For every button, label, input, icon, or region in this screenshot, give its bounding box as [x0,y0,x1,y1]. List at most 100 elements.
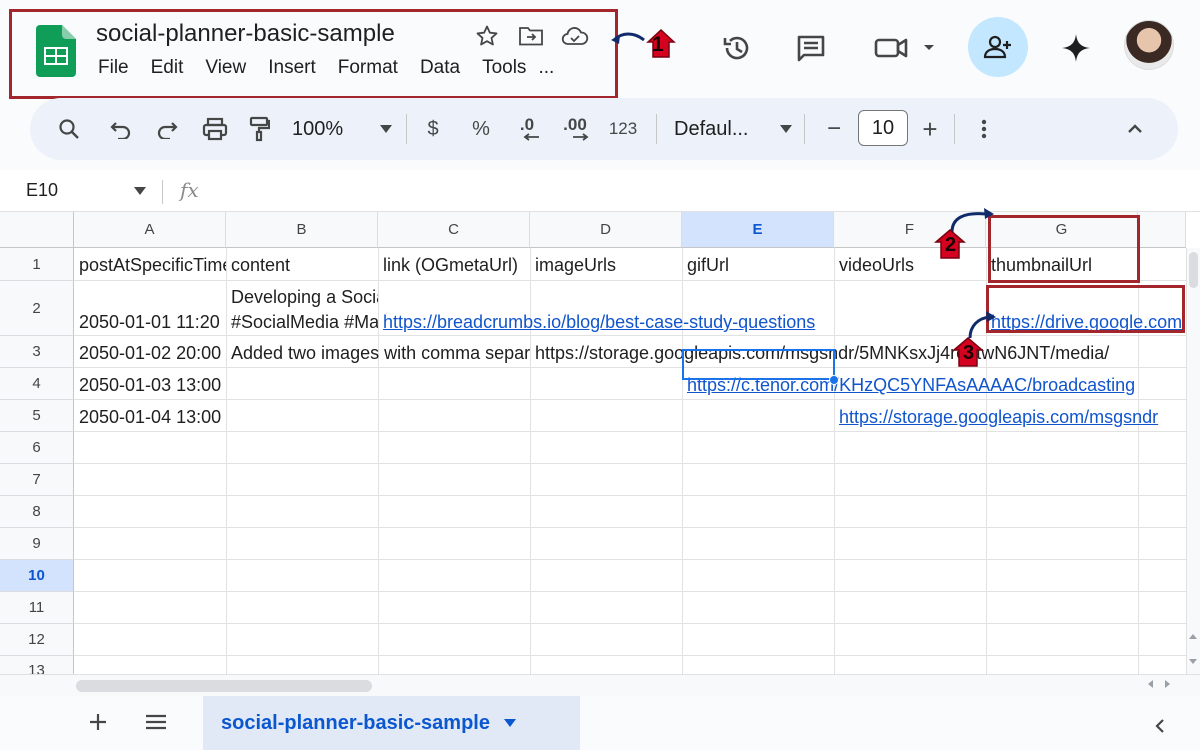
cell-b1[interactable]: content [226,254,378,276]
scroll-down-icon[interactable] [1188,658,1198,666]
vertical-scroll-thumb[interactable] [1189,252,1198,288]
increase-decimal-button[interactable]: .00 [558,98,592,160]
cell-a3[interactable]: 2050-01-02 20:00 [74,342,226,364]
divider [406,114,407,144]
percent-format-button[interactable]: % [468,98,494,160]
font-value: Defaul... [674,117,749,140]
meet-video-icon[interactable] [870,20,940,76]
grid-line [74,431,1200,432]
row-header-3[interactable]: 3 [0,336,74,368]
formula-input[interactable] [214,176,1174,206]
column-header-h[interactable] [1138,212,1186,248]
cell-a5[interactable]: 2050-01-04 13:00 [74,406,226,428]
name-box[interactable]: E10 [26,180,58,201]
scroll-up-icon[interactable] [1188,632,1198,640]
all-sheets-button[interactable] [142,706,170,738]
fx-icon: fx [180,178,199,202]
cell-g2-highlight [986,285,1185,333]
font-size-input[interactable]: 10 [858,110,908,146]
horizontal-scroll-thumb[interactable] [76,680,372,692]
row-header-9[interactable]: 9 [0,528,74,560]
formula-bar: E10 fx [0,170,1200,212]
undo-icon[interactable] [106,98,136,160]
chevron-down-icon[interactable] [134,187,146,195]
row-header-12[interactable]: 12 [0,624,74,656]
row-header-6[interactable]: 6 [0,432,74,464]
column-header-d[interactable]: D [530,212,682,248]
paint-format-icon[interactable] [244,98,274,160]
column-header-b[interactable]: B [226,212,378,248]
print-icon[interactable] [198,98,232,160]
scroll-right-icon[interactable] [1164,679,1172,689]
annotation-number-2: 2 [945,234,957,256]
vertical-scrollbar[interactable] [1186,248,1200,674]
grid-line [74,655,1200,656]
cell-b2-line2[interactable]: #SocialMedia #Marketing [226,311,378,333]
font-select[interactable]: Defaul... [674,98,792,160]
row-header-5[interactable]: 5 [0,400,74,432]
decrease-font-size-button[interactable]: − [820,98,848,160]
redo-icon[interactable] [152,98,182,160]
zoom-value: 100% [292,117,344,140]
cell-c2-link[interactable]: https://breadcrumbs.io/blog/best-case-st… [378,311,868,333]
grid-line [74,399,1200,400]
row-header-4[interactable]: 4 [0,368,74,400]
divider [656,114,657,144]
grid-line [74,559,1200,560]
cell-f5-link[interactable]: https://storage.googleapis.com/msgsndr [834,406,1186,428]
selected-cell-e10[interactable] [682,349,835,380]
share-button[interactable] [968,17,1028,77]
sheet-tab-active[interactable]: social-planner-basic-sample [203,696,580,750]
row-header-10[interactable]: 10 [0,560,74,592]
cell-c1[interactable]: link (OGmetaUrl) [378,254,530,276]
row-header-1[interactable]: 1 [0,248,74,281]
row-header-2[interactable]: 2 [0,281,74,336]
column-header-e[interactable]: E [682,212,834,248]
top-bar: social-planner-basic-sample File Edit Vi… [0,0,1200,100]
zoom-select[interactable]: 100% [292,98,392,160]
cell-d3[interactable]: https://storage.googleapis.com/msgsndr/5… [530,342,1186,364]
select-all-corner[interactable] [0,212,74,248]
cell-a4[interactable]: 2050-01-03 13:00 [74,374,226,396]
chevron-down-icon[interactable] [503,719,516,727]
scroll-left-icon[interactable] [1146,679,1154,689]
gemini-sparkle-icon[interactable] [1056,20,1096,76]
arrow-left-icon [523,133,539,141]
column-header-c[interactable]: C [378,212,530,248]
cell-e1[interactable]: gifUrl [682,254,834,276]
cell-a1[interactable]: postAtSpecificTime [74,254,226,276]
column-header-a[interactable]: A [74,212,226,248]
grid-line [74,623,1200,624]
add-sheet-button[interactable] [84,706,112,738]
grid-line [74,463,1200,464]
row-header-13[interactable]: 13 [0,656,74,674]
currency-format-button[interactable]: $ [422,98,444,160]
collapse-sidebar-button[interactable] [1148,712,1172,740]
search-menus-icon[interactable] [54,98,84,160]
decrease-decimal-button[interactable]: .0 [510,98,544,160]
version-history-icon[interactable] [716,20,758,76]
number-format-button[interactable]: 123 [606,98,640,160]
collapse-toolbar-icon[interactable] [1122,98,1148,160]
cell-b2-line1[interactable]: Developing a Social [226,286,378,308]
cell-d1[interactable]: imageUrls [530,254,682,276]
grid-line [74,495,1200,496]
cell-b3[interactable]: Added two images with comma separated [226,342,530,364]
chevron-down-icon [780,125,792,133]
row-header-8[interactable]: 8 [0,496,74,528]
annotation-arrow-1 [611,28,676,58]
row-header-7[interactable]: 7 [0,464,74,496]
plus-icon [90,714,106,730]
grid-line [74,335,1200,336]
row-header-11[interactable]: 11 [0,592,74,624]
user-avatar[interactable] [1124,20,1174,70]
comments-icon[interactable] [790,20,832,76]
fill-handle[interactable] [829,375,839,385]
more-options-icon[interactable] [974,98,994,160]
grid-line [74,367,1200,368]
cell-a2[interactable]: 2050-01-01 11:20 [74,311,226,333]
title-menu-highlight [9,9,618,99]
decrease-decimal-label: .0 [519,115,535,134]
increase-font-size-button[interactable]: + [916,98,944,160]
list-icon [146,714,166,730]
